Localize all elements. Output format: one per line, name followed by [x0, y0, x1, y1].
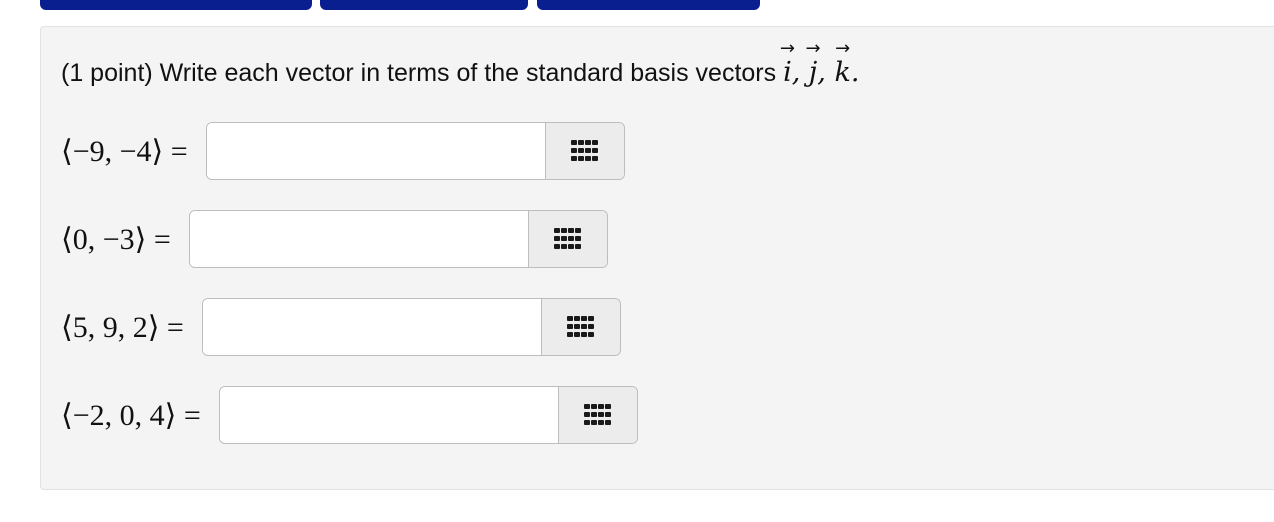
vector-expression: ⟨0, −3⟩ — [61, 222, 147, 256]
answer-field-group — [205, 122, 625, 180]
basis-vector-k: k — [834, 57, 850, 88]
grid-icon — [566, 316, 594, 337]
equals-sign: = — [183, 398, 201, 432]
answer-input[interactable] — [206, 123, 545, 179]
basis-separator: , — [817, 57, 835, 88]
answer-field-group — [188, 210, 608, 268]
basis-vectors: i, j, k. — [783, 57, 859, 88]
vector-expression: ⟨−2, 0, 4⟩ — [61, 398, 177, 432]
problem-prompt: (1 point) Write each vector in terms of … — [61, 57, 859, 88]
top-tab-1[interactable] — [40, 0, 312, 10]
answer-input[interactable] — [202, 299, 541, 355]
basis-vector-i: i — [783, 57, 792, 88]
vector-expression: ⟨5, 9, 2⟩ — [61, 310, 160, 344]
equation-palette-button[interactable] — [527, 211, 607, 267]
basis-vector-j: j — [809, 57, 817, 88]
answer-field-group — [201, 298, 621, 356]
basis-separator: , — [791, 57, 809, 88]
vector-expression: ⟨−9, −4⟩ — [61, 134, 164, 168]
equals-sign: = — [170, 134, 188, 168]
grid-icon — [583, 404, 611, 425]
prompt-text: (1 point) Write each vector in terms of … — [61, 59, 777, 87]
answer-row: ⟨−9, −4⟩ = — [61, 121, 625, 181]
grid-icon — [553, 228, 581, 249]
problem-panel: (1 point) Write each vector in terms of … — [40, 26, 1274, 490]
answer-row: ⟨0, −3⟩ = — [61, 209, 608, 269]
vector-label: ⟨0, −3⟩ = — [61, 222, 171, 257]
answer-row: ⟨−2, 0, 4⟩ = — [61, 385, 638, 445]
grid-icon — [570, 140, 598, 161]
vector-label: ⟨5, 9, 2⟩ = — [61, 310, 184, 345]
vector-label: ⟨−9, −4⟩ = — [61, 134, 188, 169]
top-tab-2[interactable] — [320, 0, 528, 10]
prompt-terminator: . — [850, 57, 860, 88]
answer-input[interactable] — [219, 387, 558, 443]
top-tab-3[interactable] — [537, 0, 760, 10]
equation-palette-button[interactable] — [540, 299, 620, 355]
equals-sign: = — [153, 222, 171, 256]
answer-input[interactable] — [189, 211, 528, 267]
vector-label: ⟨−2, 0, 4⟩ = — [61, 398, 201, 433]
answer-field-group — [218, 386, 638, 444]
equals-sign: = — [166, 310, 184, 344]
equation-palette-button[interactable] — [544, 123, 624, 179]
answer-row: ⟨5, 9, 2⟩ = — [61, 297, 621, 357]
equation-palette-button[interactable] — [557, 387, 637, 443]
